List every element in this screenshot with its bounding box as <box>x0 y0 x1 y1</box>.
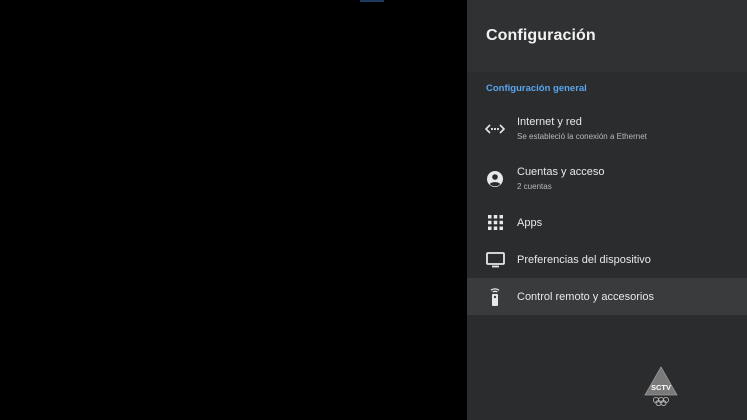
apps-grid-icon <box>485 213 505 233</box>
menu-item-accounts[interactable]: Cuentas y acceso 2 cuentas <box>467 154 747 204</box>
menu-item-internet[interactable]: Internet y red Se estableció la conexión… <box>467 104 747 154</box>
menu-item-remote-accessories[interactable]: Control remoto y accesorios <box>467 278 747 315</box>
page-title: Configuración <box>486 27 596 44</box>
menu-item-subtitle: Se estableció la conexión a Ethernet <box>517 132 647 141</box>
sctv-watermark-logo: SCTV <box>643 366 679 408</box>
watermark-text: SCTV <box>651 383 671 392</box>
menu-item-device-preferences[interactable]: Preferencias del dispositivo <box>467 241 747 278</box>
menu-item-label: Preferencias del dispositivo <box>517 253 651 266</box>
section-label: Configuración general <box>486 83 587 94</box>
menu-item-label: Apps <box>517 216 543 229</box>
content-background <box>0 0 467 420</box>
menu-item-label: Control remoto y accesorios <box>517 290 654 303</box>
settings-menu: Internet y red Se estableció la conexión… <box>467 104 747 315</box>
menu-item-label: Cuentas y acceso <box>517 166 605 178</box>
account-icon <box>485 169 505 189</box>
network-icon <box>485 119 505 139</box>
tv-icon <box>485 250 505 270</box>
menu-item-subtitle: 2 cuentas <box>517 182 552 191</box>
panel-header: Configuración <box>467 0 747 72</box>
settings-panel: Configuración Configuración general Inte… <box>467 0 747 420</box>
remote-icon <box>485 287 505 307</box>
menu-item-label: Internet y red <box>517 116 582 128</box>
top-accent-line <box>360 0 384 2</box>
menu-item-apps[interactable]: Apps <box>467 204 747 241</box>
